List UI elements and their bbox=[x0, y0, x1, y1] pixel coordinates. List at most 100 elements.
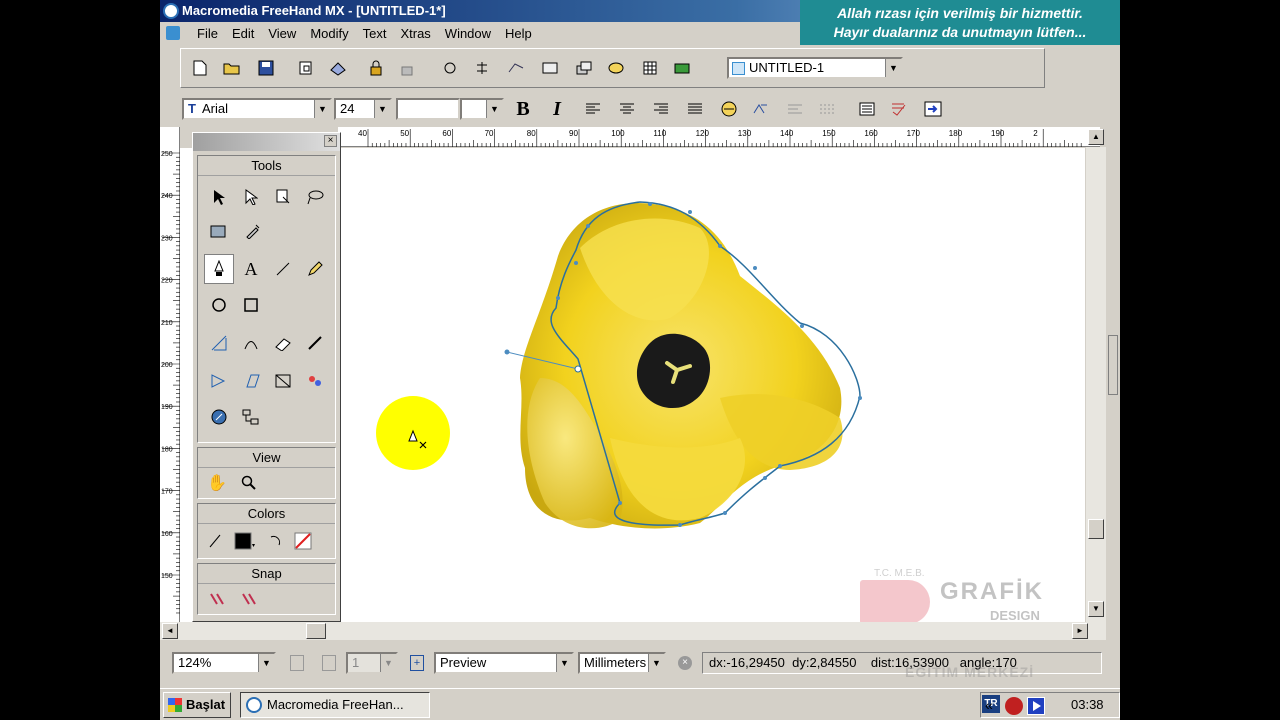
eraser-tool-icon[interactable] bbox=[268, 328, 298, 358]
horizontal-scrollbar[interactable]: ◄ ► bbox=[160, 622, 1106, 640]
text-style-select[interactable]: ▼ bbox=[460, 98, 504, 120]
spell-check-icon[interactable] bbox=[886, 96, 912, 122]
fill-color-swatch[interactable] bbox=[230, 526, 260, 556]
action-tool-icon[interactable] bbox=[204, 402, 234, 432]
text-tool-icon[interactable]: A bbox=[236, 254, 266, 284]
columns-icon[interactable] bbox=[854, 96, 880, 122]
italic-button[interactable]: I bbox=[544, 96, 570, 122]
text-editor-icon[interactable] bbox=[920, 96, 946, 122]
envelope-tool-icon[interactable] bbox=[268, 366, 298, 396]
close-icon[interactable]: × bbox=[324, 135, 337, 147]
trace-tool-icon[interactable] bbox=[204, 216, 234, 246]
lock-icon[interactable] bbox=[363, 55, 389, 81]
ellipse-tool-icon[interactable] bbox=[204, 290, 234, 320]
tray-expand-icon[interactable]: « bbox=[985, 697, 993, 713]
justify-icon[interactable] bbox=[682, 96, 708, 122]
color-mixer-icon[interactable] bbox=[603, 55, 629, 81]
view-mode-select[interactable]: Preview ▼ bbox=[434, 652, 574, 674]
text-style-field[interactable] bbox=[396, 98, 460, 120]
add-page-icon[interactable]: + bbox=[410, 655, 424, 671]
menu-text[interactable]: Text bbox=[356, 26, 394, 41]
scroll-right-icon[interactable]: ► bbox=[1072, 623, 1088, 639]
flow-text-icon[interactable] bbox=[782, 96, 808, 122]
panel-dock-handle[interactable] bbox=[1108, 335, 1118, 395]
pencil-tool-icon[interactable] bbox=[300, 254, 330, 284]
zoom-select[interactable]: 124% ▼ bbox=[172, 652, 276, 674]
horizontal-scroll-thumb[interactable] bbox=[306, 623, 326, 639]
subselect-tool-icon[interactable] bbox=[236, 182, 266, 212]
attach-text-icon[interactable] bbox=[814, 96, 840, 122]
page-tool-icon[interactable] bbox=[268, 182, 298, 212]
font-size-select[interactable]: 24 ▼ bbox=[334, 98, 392, 120]
tray-app-icon[interactable] bbox=[1005, 697, 1023, 715]
zoom-tool-icon[interactable] bbox=[234, 468, 264, 498]
bold-button[interactable]: B bbox=[510, 96, 536, 122]
library-icon[interactable] bbox=[537, 55, 563, 81]
graphic-hose-tool-icon[interactable] bbox=[300, 366, 330, 396]
group-icon[interactable] bbox=[437, 55, 463, 81]
text-on-path-icon[interactable] bbox=[716, 96, 742, 122]
units-select[interactable]: Millimeters ▼ bbox=[578, 652, 666, 674]
menu-edit[interactable]: Edit bbox=[225, 26, 261, 41]
chevron-down-icon[interactable]: ▼ bbox=[258, 654, 274, 672]
menu-modify[interactable]: Modify bbox=[303, 26, 355, 41]
next-page-icon[interactable] bbox=[322, 655, 336, 671]
new-document-button[interactable] bbox=[187, 55, 213, 81]
skew-tool-icon[interactable] bbox=[236, 366, 266, 396]
swatches-icon[interactable] bbox=[637, 55, 663, 81]
eyedropper-tool-icon[interactable] bbox=[238, 216, 268, 246]
ungroup-icon[interactable] bbox=[469, 55, 495, 81]
scroll-left-icon[interactable]: ◄ bbox=[162, 623, 178, 639]
chevron-down-icon[interactable]: ▼ bbox=[380, 654, 396, 672]
line-tool-icon[interactable] bbox=[268, 254, 298, 284]
menu-view[interactable]: View bbox=[261, 26, 303, 41]
page-number-select[interactable]: 1 ▼ bbox=[346, 652, 398, 674]
rectangle-tool-icon[interactable] bbox=[236, 290, 266, 320]
open-button[interactable] bbox=[219, 55, 245, 81]
start-button[interactable]: Başlat bbox=[163, 692, 231, 718]
tools-panel-titlebar[interactable]: × bbox=[193, 133, 340, 151]
cancel-icon[interactable]: × bbox=[678, 656, 692, 670]
connector-tool-icon[interactable] bbox=[236, 402, 266, 432]
reflect-tool-icon[interactable] bbox=[204, 366, 234, 396]
menu-window[interactable]: Window bbox=[438, 26, 498, 41]
unlock-icon[interactable] bbox=[395, 55, 421, 81]
chevron-down-icon[interactable]: ▼ bbox=[374, 100, 390, 118]
menu-file[interactable]: File bbox=[190, 26, 225, 41]
stroke-color-icon[interactable] bbox=[200, 526, 230, 556]
previous-page-icon[interactable] bbox=[290, 655, 304, 671]
freeform-tool-icon[interactable] bbox=[236, 328, 266, 358]
document-select[interactable]: UNTITLED-1 ▼ bbox=[727, 57, 903, 79]
pointer-tool-icon[interactable] bbox=[204, 182, 234, 212]
chevron-down-icon[interactable]: ▼ bbox=[486, 100, 502, 118]
chevron-down-icon[interactable]: ▼ bbox=[648, 654, 664, 672]
snap-to-point-icon[interactable] bbox=[202, 584, 232, 614]
scroll-up-icon[interactable]: ▲ bbox=[1088, 129, 1104, 145]
taskbar-app-button[interactable]: Macromedia FreeHan... bbox=[240, 692, 430, 718]
lasso-tool-icon[interactable] bbox=[300, 182, 330, 212]
document-icon[interactable] bbox=[166, 26, 180, 40]
stroke-icon[interactable] bbox=[669, 55, 695, 81]
pen-tool-icon[interactable] bbox=[204, 254, 234, 284]
snap-to-guides-icon[interactable] bbox=[234, 584, 264, 614]
menu-xtras[interactable]: Xtras bbox=[393, 26, 437, 41]
knife-tool-icon[interactable] bbox=[300, 328, 330, 358]
scroll-down-icon[interactable]: ▼ bbox=[1088, 601, 1104, 617]
chevron-down-icon[interactable]: ▼ bbox=[556, 654, 572, 672]
export-button[interactable] bbox=[325, 55, 351, 81]
blend-icon[interactable] bbox=[503, 55, 529, 81]
vertical-scrollbar[interactable]: ▲ ▼ bbox=[1086, 129, 1106, 622]
swap-colors-icon[interactable] bbox=[260, 526, 290, 556]
align-center-icon[interactable] bbox=[614, 96, 640, 122]
import-button[interactable] bbox=[293, 55, 319, 81]
hand-tool-icon[interactable]: ✋ bbox=[202, 468, 232, 498]
media-player-icon[interactable] bbox=[1027, 697, 1045, 715]
chevron-down-icon[interactable]: ▼ bbox=[885, 59, 901, 77]
font-name-select[interactable]: T Arial ▼ bbox=[182, 98, 332, 120]
scale-tool-icon[interactable] bbox=[204, 328, 234, 358]
link-text-icon[interactable] bbox=[748, 96, 774, 122]
align-left-icon[interactable] bbox=[580, 96, 606, 122]
chevron-down-icon[interactable]: ▼ bbox=[314, 100, 330, 118]
no-color-swatch[interactable] bbox=[290, 526, 320, 556]
save-button[interactable] bbox=[253, 55, 279, 81]
